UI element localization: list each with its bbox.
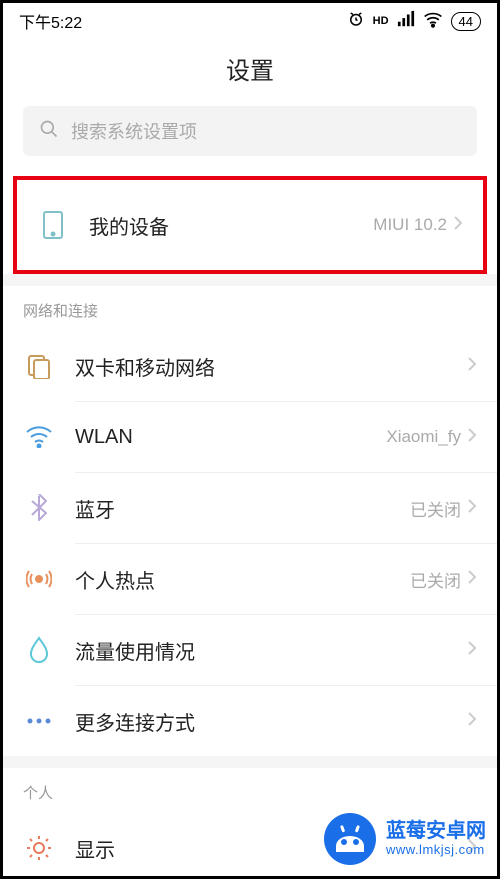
page-title: 设置	[3, 39, 497, 106]
row-dual-sim[interactable]: 双卡和移动网络	[3, 331, 497, 401]
row-label: WLAN	[75, 426, 376, 449]
phone-icon	[37, 210, 69, 240]
row-bluetooth[interactable]: 蓝牙 已关闭	[3, 473, 497, 543]
row-display[interactable]: 显示	[3, 813, 497, 876]
droplet-icon	[23, 636, 55, 664]
wifi-icon	[23, 426, 55, 448]
bluetooth-icon	[23, 494, 55, 522]
section-header-network: 网络和连接	[3, 286, 497, 331]
chevron-right-icon	[467, 569, 477, 590]
brightness-icon	[23, 834, 55, 862]
chevron-right-icon	[467, 711, 477, 732]
chevron-right-icon	[467, 356, 477, 377]
row-label: 蓝牙	[75, 494, 400, 523]
row-label: 我的设备	[89, 211, 363, 240]
sim-icon	[23, 353, 55, 379]
clock: 下午5:22	[19, 9, 82, 33]
row-value: Xiaomi_fy	[386, 427, 461, 447]
row-value: MIUI 10.2	[373, 215, 447, 235]
signal-icon	[397, 10, 415, 33]
chevron-right-icon	[467, 427, 477, 448]
status-bar: 下午5:22 HD 44	[3, 3, 497, 39]
chevron-right-icon	[467, 640, 477, 661]
section-gap	[3, 756, 497, 768]
chevron-right-icon	[467, 838, 477, 859]
highlight-box: 我的设备 MIUI 10.2	[13, 176, 487, 274]
row-wlan[interactable]: WLAN Xiaomi_fy	[3, 402, 497, 472]
row-label: 个人热点	[75, 565, 400, 594]
row-label: 显示	[75, 834, 451, 863]
row-data-usage[interactable]: 流量使用情况	[3, 615, 497, 685]
row-my-device[interactable]: 我的设备 MIUI 10.2	[17, 180, 483, 270]
row-value: 已关闭	[410, 567, 461, 592]
hotspot-icon	[23, 566, 55, 592]
alarm-icon	[347, 10, 365, 33]
section-gap	[3, 274, 497, 286]
more-icon	[23, 717, 55, 725]
hd-icon: HD	[373, 15, 389, 27]
wifi-icon	[423, 10, 443, 33]
section-header-personal: 个人	[3, 768, 497, 813]
search-placeholder: 搜索系统设置项	[71, 118, 197, 144]
row-label: 流量使用情况	[75, 636, 451, 665]
row-label: 双卡和移动网络	[75, 352, 451, 381]
row-hotspot[interactable]: 个人热点 已关闭	[3, 544, 497, 614]
chevron-right-icon	[467, 498, 477, 519]
row-label: 更多连接方式	[75, 707, 451, 736]
row-more-connections[interactable]: 更多连接方式	[3, 686, 497, 756]
row-value: 已关闭	[410, 496, 461, 521]
search-icon	[39, 119, 59, 144]
battery-indicator: 44	[451, 12, 481, 31]
search-input[interactable]: 搜索系统设置项	[23, 106, 477, 156]
chevron-right-icon	[453, 215, 463, 236]
